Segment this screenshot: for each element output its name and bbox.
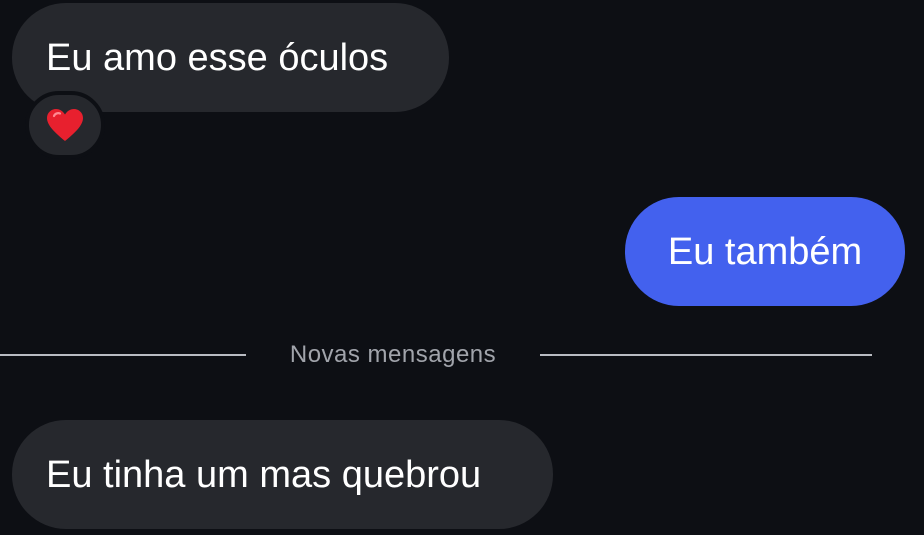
heart-icon [47,109,83,141]
divider-line-left [0,354,246,356]
new-messages-divider: Novas mensagens [0,330,872,380]
message-text: Eu tinha um mas quebrou [46,453,482,496]
message-text: Eu também [667,230,863,273]
incoming-message-bubble[interactable]: Eu tinha um mas quebrou [12,420,553,529]
message-reaction[interactable] [25,91,105,159]
divider-line-right [540,354,872,356]
outgoing-message-bubble[interactable]: Eu também [625,197,905,306]
new-messages-label: Novas mensagens [289,341,497,368]
message-text: Eu amo esse óculos [46,36,389,79]
